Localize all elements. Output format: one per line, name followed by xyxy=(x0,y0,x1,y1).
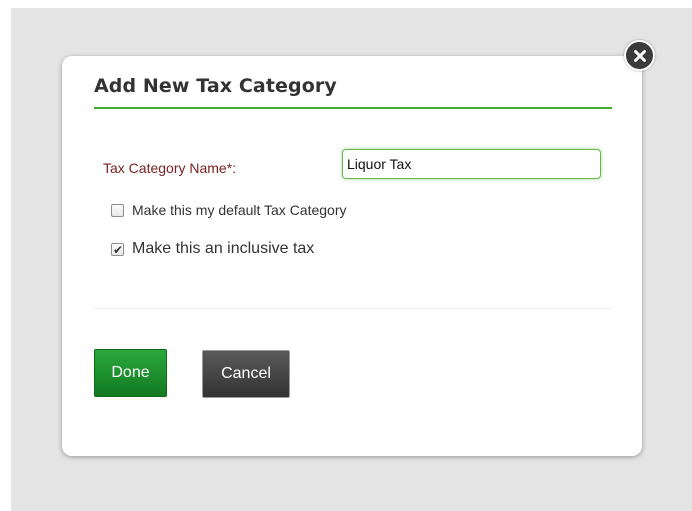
add-tax-category-dialog: Add New Tax Category Tax Category Name*:… xyxy=(62,56,642,456)
done-button[interactable]: Done xyxy=(94,349,167,397)
form-divider xyxy=(94,308,612,309)
default-tax-category-label: Make this my default Tax Category xyxy=(132,202,347,218)
inclusive-tax-label: Make this an inclusive tax xyxy=(132,240,315,257)
title-underline xyxy=(94,107,612,109)
inclusive-tax-option[interactable]: ✔ Make this an inclusive tax xyxy=(111,240,314,258)
cancel-button[interactable]: Cancel xyxy=(202,350,290,398)
close-dialog-button[interactable] xyxy=(624,40,655,71)
close-icon xyxy=(633,49,646,62)
tax-category-name-input[interactable] xyxy=(342,149,601,179)
checkmark-icon: ✔ xyxy=(113,242,124,257)
dialog-title: Add New Tax Category xyxy=(94,75,337,97)
inclusive-tax-checkbox[interactable]: ✔ xyxy=(111,242,124,257)
default-tax-category-checkbox[interactable] xyxy=(111,203,124,217)
tax-category-name-label: Tax Category Name*: xyxy=(103,160,237,176)
default-tax-category-option[interactable]: Make this my default Tax Category xyxy=(111,202,347,218)
